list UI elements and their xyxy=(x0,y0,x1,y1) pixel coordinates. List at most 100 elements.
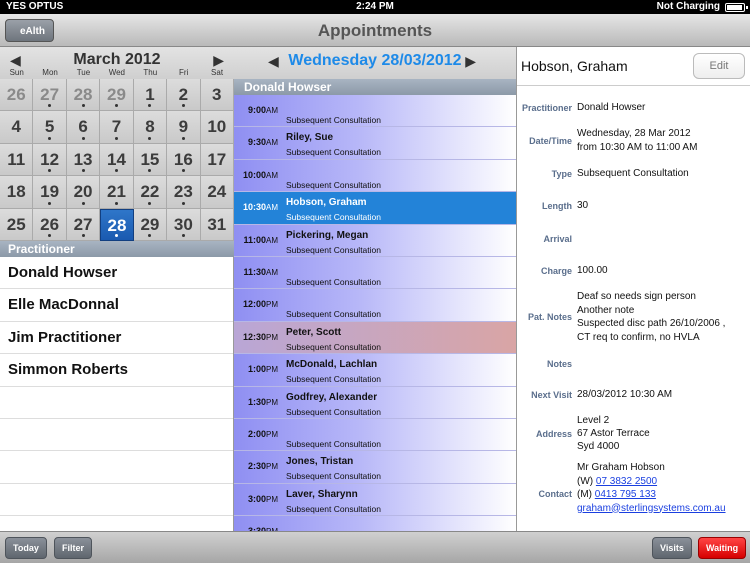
slot-time: 1:30PM xyxy=(234,397,278,407)
calendar-day[interactable]: 22 xyxy=(133,176,168,209)
detail-value: Donald Howser xyxy=(577,102,646,113)
appointment-dot-icon xyxy=(48,169,52,173)
appointment-slot[interactable]: 10:00AM Subsequent Consultation xyxy=(234,160,516,193)
slot-type: Subsequent Consultation xyxy=(286,341,381,352)
calendar-day[interactable]: 30 xyxy=(167,208,201,241)
day-number: 25 xyxy=(6,214,26,234)
bottom-toolbar: Today Filter Visits Waiting xyxy=(0,531,750,563)
calendar-day[interactable]: 8 xyxy=(133,111,168,144)
calendar-day[interactable]: 16 xyxy=(167,143,201,177)
calendar-day[interactable]: 31 xyxy=(200,208,234,241)
today-button[interactable]: Today xyxy=(5,537,47,559)
appointment-slot[interactable]: 11:00AM Pickering, Megan Subsequent Consul… xyxy=(234,225,516,257)
appointment-slot[interactable]: 11:30AM Subsequent Consultation xyxy=(234,257,516,290)
detail-value: Deaf so needs sign person Another note S… xyxy=(577,291,749,343)
detail-label: Date/Time xyxy=(529,136,572,146)
slot-ampm: PM xyxy=(266,430,278,439)
calendar-day[interactable]: 27 xyxy=(66,208,101,241)
calendar-day[interactable]: 15 xyxy=(133,143,168,177)
next-day-icon[interactable]: ▶ xyxy=(465,53,476,70)
pat-note-line: CT req to confirm, no HVLA xyxy=(577,331,700,343)
work-phone-link[interactable]: 07 3832 2500 xyxy=(596,476,657,487)
detail-value: 28/03/2012 10:30 AM xyxy=(577,389,673,400)
appointment-slot[interactable]: 2:30PM Jones, Tristan Subsequent Consultat… xyxy=(234,451,516,484)
day-number: 22 xyxy=(140,182,160,202)
waiting-button[interactable]: Waiting xyxy=(698,537,747,559)
day-number: 2 xyxy=(178,85,189,104)
day-number: 28 xyxy=(107,215,127,235)
day-number: 5 xyxy=(44,117,55,137)
day-number: 26 xyxy=(40,214,60,234)
slot-ampm: AM xyxy=(266,203,278,213)
appointment-slot[interactable]: 2:00PM Subsequent Consultation xyxy=(234,419,516,452)
mobile-phone-link[interactable]: 0413 795 133 xyxy=(595,489,656,500)
calendar-day[interactable]: 9 xyxy=(167,111,201,144)
slot-type: Subsequent Consultation xyxy=(286,179,381,190)
calendar-day[interactable]: 7 xyxy=(100,111,134,144)
calendar-day[interactable]: 17 xyxy=(200,143,234,177)
calendar-day[interactable]: 20 xyxy=(66,176,101,209)
calendar-day[interactable]: 29 xyxy=(100,79,134,112)
phone-prefix: (M) xyxy=(577,489,595,500)
slot-time-value: 11:00 xyxy=(243,234,266,245)
calendar-day[interactable]: 19 xyxy=(33,176,67,209)
appointment-slot[interactable]: 12:00PM Subsequent Consultation xyxy=(234,289,516,322)
calendar-day[interactable]: 2 xyxy=(167,79,201,112)
calendar-day[interactable]: 27 xyxy=(33,79,67,112)
appointment-slot[interactable]: 9:00AM Subsequent Consultation xyxy=(234,95,516,128)
calendar-day[interactable]: 25 xyxy=(0,208,34,241)
appointment-dot-icon xyxy=(148,104,152,108)
practitioner-item[interactable]: Simmon Roberts xyxy=(0,354,233,387)
appointment-slot[interactable]: 9:30AM Riley, Sue Subsequent Consultation xyxy=(234,127,516,160)
practitioner-item[interactable]: Elle MacDonnal xyxy=(0,289,233,322)
visits-button[interactable]: Visits xyxy=(652,537,692,559)
next-month-icon[interactable]: ▶ xyxy=(213,52,224,69)
appointment-dot-icon xyxy=(48,136,52,140)
calendar-day[interactable]: 24 xyxy=(200,176,234,209)
appointment-slot[interactable]: 3:00PM Laver, Sharynn Subsequent Consultat… xyxy=(234,484,516,517)
practitioner-item[interactable]: Jim Practitioner xyxy=(0,322,233,355)
day-number: 9 xyxy=(178,117,189,137)
schedule-practitioner-header: Donald Howser xyxy=(234,79,516,95)
slot-ampm: PM xyxy=(266,494,278,504)
calendar-day[interactable]: 29 xyxy=(133,208,168,241)
appointment-slot-selected[interactable]: 10:30AM Hobson, Graham Subsequent Consulta… xyxy=(234,192,516,225)
day-number: 11 xyxy=(7,149,26,169)
appointment-dot-icon xyxy=(81,136,85,140)
calendar-day[interactable]: 21 xyxy=(100,176,134,209)
filter-button[interactable]: Filter xyxy=(54,537,93,559)
contact-email: graham@sterlingsystems.com.au xyxy=(577,502,749,516)
slot-time: 1:00PM xyxy=(234,364,278,374)
calendar-day[interactable]: 5 xyxy=(33,111,67,144)
day-number: 26 xyxy=(6,85,26,104)
slot-type: Subsequent Consultation xyxy=(286,309,381,320)
calendar-day[interactable]: 26 xyxy=(0,79,34,112)
calendar-day[interactable]: 18 xyxy=(0,176,34,209)
calendar-day[interactable]: 23 xyxy=(167,176,201,209)
slot-time: 11:00AM xyxy=(234,235,278,245)
appointment-slot[interactable]: 12:30PM Peter, Scott Subsequent Consultati… xyxy=(234,321,516,355)
practitioner-item[interactable]: Donald Howser xyxy=(0,257,233,290)
calendar-day[interactable]: 12 xyxy=(33,143,67,177)
slot-patient-name: Pickering, Megan xyxy=(286,229,369,241)
calendar-day[interactable]: 10 xyxy=(200,111,234,144)
calendar-day[interactable]: 11 xyxy=(0,143,34,177)
calendar-day[interactable]: 6 xyxy=(66,111,101,144)
appointment-slot[interactable]: 1:00PM McDonald, Lachlan Subsequent Consul… xyxy=(234,354,516,387)
calendar-day-selected[interactable]: 28 xyxy=(100,208,134,241)
calendar-day[interactable]: 3 xyxy=(200,79,234,112)
appointment-slot[interactable]: 3:30PMSubsequent Consultation xyxy=(234,516,516,531)
calendar-day[interactable]: 13 xyxy=(66,143,101,177)
email-link[interactable]: graham@sterlingsystems.com.au xyxy=(577,503,726,514)
weekday-label: Thu xyxy=(143,68,158,77)
contact-name: Mr Graham Hobson xyxy=(577,462,665,473)
appointment-slot[interactable]: 1:30PM Godfrey, Alexander Subsequent Consu… xyxy=(234,387,516,419)
calendar-day[interactable]: 26 xyxy=(33,208,67,241)
calendar-day[interactable]: 1 xyxy=(133,79,168,112)
calendar-day[interactable]: 28 xyxy=(66,79,101,112)
detail-label: Arrival xyxy=(543,234,572,244)
calendar-day[interactable]: 4 xyxy=(0,111,34,144)
calendar-day[interactable]: 14 xyxy=(100,143,134,177)
slot-time: 2:00PM xyxy=(234,429,278,439)
edit-button[interactable]: Edit xyxy=(693,53,745,79)
